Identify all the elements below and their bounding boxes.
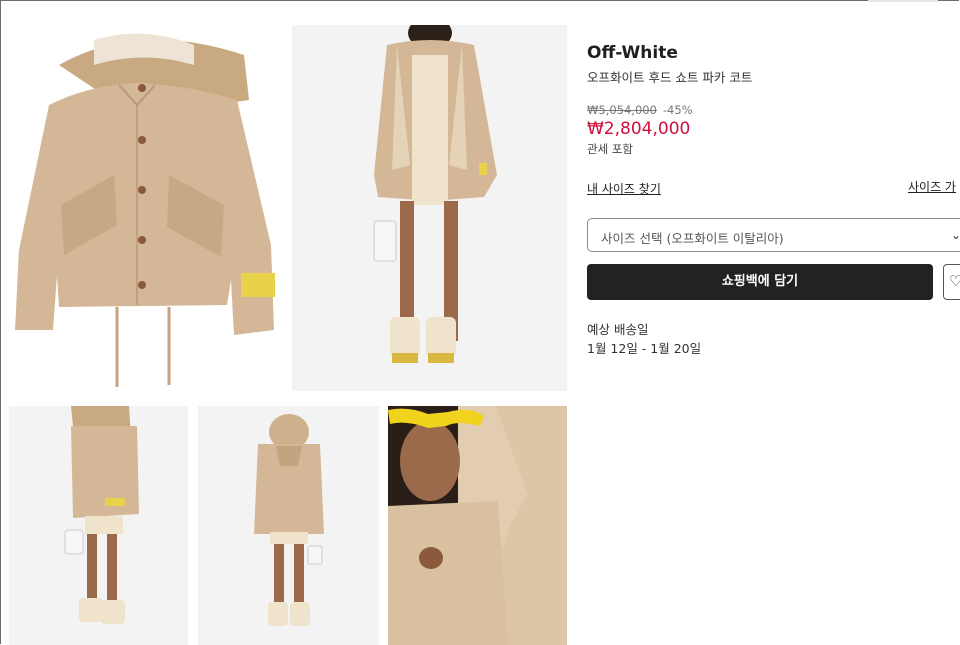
size-finder-link[interactable]: 내 사이즈 찾기	[587, 180, 661, 197]
wishlist-button[interactable]: ♡	[943, 264, 960, 300]
model-back-illustration	[254, 414, 324, 626]
discount-badge: -45%	[662, 103, 693, 117]
coat-illustration	[15, 33, 275, 387]
size-select-placeholder: 사이즈 선택 (오프화이트 이탈리아)	[601, 231, 784, 246]
model-side-illustration	[64, 406, 139, 624]
product-image-model-side[interactable]	[9, 406, 188, 645]
sale-price: ₩2,804,000	[587, 119, 691, 139]
shipping-label: 예상 배송일	[587, 322, 649, 337]
product-image-hood-detail[interactable]	[388, 406, 567, 645]
model-front-illustration	[373, 25, 497, 363]
duty-note: 관세 포함	[587, 142, 633, 156]
hood-detail-illustration	[388, 406, 567, 645]
original-price: ₩5,054,000	[587, 103, 657, 117]
add-to-bag-button[interactable]: 쇼핑백에 담기	[587, 264, 933, 300]
product-image-model-front[interactable]	[292, 25, 567, 391]
heart-icon: ♡	[949, 272, 960, 290]
size-select[interactable]: 사이즈 선택 (오프화이트 이탈리아) ⌄	[587, 218, 960, 252]
original-price-row: ₩5,054,000 -45%	[587, 103, 693, 117]
size-guide-link[interactable]: 사이즈 가	[908, 178, 956, 195]
top-divider	[868, 0, 938, 2]
product-image-model-back[interactable]	[198, 406, 379, 645]
chevron-down-icon: ⌄	[951, 228, 960, 242]
product-image-coat-front[interactable]	[9, 25, 280, 391]
brand-name[interactable]: Off-White	[587, 43, 678, 63]
product-name: 오프화이트 후드 쇼트 파카 코트	[587, 70, 753, 85]
shipping-dates: 1월 12일 - 1월 20일	[587, 341, 702, 356]
